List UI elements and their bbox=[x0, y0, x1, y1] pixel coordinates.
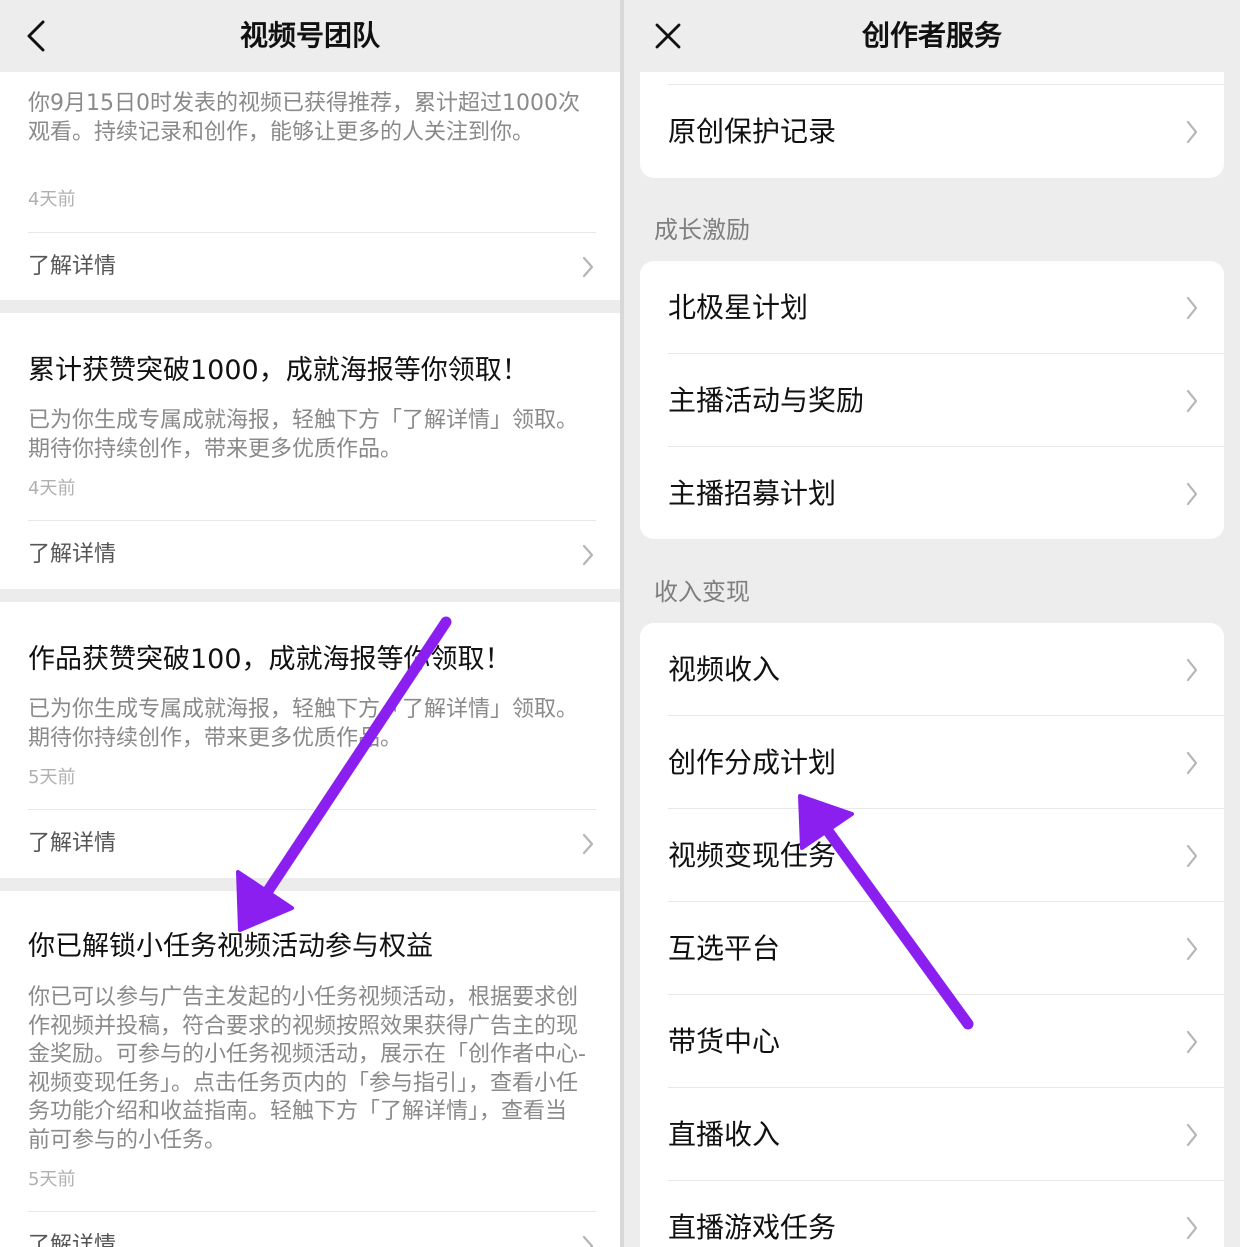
chevron-right-icon bbox=[1186, 389, 1198, 413]
service-row-streamer-recruitment[interactable]: 主播招募计划 bbox=[640, 447, 1224, 539]
row-label: 主播活动与奖励 bbox=[668, 384, 865, 417]
card-timestamp: 4天前 bbox=[28, 189, 76, 210]
card-timestamp: 4天前 bbox=[28, 478, 76, 499]
row-label: 互选平台 bbox=[668, 932, 781, 965]
service-group: 原创保护记录 bbox=[640, 72, 1224, 178]
service-row-live-game-tasks[interactable]: 直播游戏任务 bbox=[640, 1181, 1224, 1247]
chevron-right-icon bbox=[1186, 120, 1198, 144]
right-navbar: 创作者服务 bbox=[624, 0, 1240, 72]
section-label-growth: 成长激励 bbox=[654, 216, 750, 244]
notification-card: 你已解锁小任务视频活动参与权益 你已可以参与广告主发起的小任务视频活动，根据要求… bbox=[0, 891, 620, 1247]
left-navbar: 视频号团队 bbox=[0, 0, 620, 72]
learn-more-label: 了解详情 bbox=[28, 254, 117, 279]
right-panel: 创作者服务 原创保护记录 成长激励 北极星计划 主播活动与奖励 主播招募计划 收… bbox=[624, 0, 1240, 1247]
service-row-original-protection[interactable]: 原创保护记录 bbox=[640, 85, 1224, 178]
notification-card: 作品获赞突破100，成就海报等你领取！ 已为你生成专属成就海报，轻触下方「了解详… bbox=[0, 602, 620, 878]
card-timestamp: 5天前 bbox=[28, 767, 76, 788]
card-timestamp: 5天前 bbox=[28, 1169, 76, 1190]
learn-more-link[interactable]: 了解详情 bbox=[0, 1212, 620, 1247]
section-label-monetization: 收入变现 bbox=[654, 578, 750, 606]
card-body: 你9月15日0时发表的视频已获得推荐，累计超过1000次观看。持续记录和创作，能… bbox=[28, 91, 580, 145]
chevron-right-icon bbox=[1186, 296, 1198, 320]
page-title: 视频号团队 bbox=[239, 19, 380, 52]
service-row-polaris-plan[interactable]: 北极星计划 bbox=[640, 261, 1224, 354]
chevron-right-icon bbox=[1186, 658, 1198, 682]
learn-more-link[interactable]: 了解详情 bbox=[0, 233, 620, 300]
service-row-video-income[interactable]: 视频收入 bbox=[640, 623, 1224, 716]
service-row-video-monetization-tasks[interactable]: 视频变现任务 bbox=[640, 809, 1224, 902]
card-title: 作品获赞突破100，成就海报等你领取！ bbox=[28, 644, 512, 675]
chevron-right-icon bbox=[582, 833, 594, 855]
service-group-growth: 北极星计划 主播活动与奖励 主播招募计划 bbox=[640, 261, 1224, 539]
learn-more-label: 了解详情 bbox=[28, 542, 117, 567]
card-title: 你已解锁小任务视频活动参与权益 bbox=[28, 931, 433, 962]
card-body: 已为你生成专属成就海报，轻触下方「了解详情」领取。期待你持续创作，带来更多优质作… bbox=[28, 697, 579, 751]
row-label: 北极星计划 bbox=[668, 291, 809, 324]
service-row-live-income[interactable]: 直播收入 bbox=[640, 1088, 1224, 1181]
row-label: 视频变现任务 bbox=[668, 839, 837, 872]
service-row-revenue-share-plan[interactable]: 创作分成计划 bbox=[640, 716, 1224, 809]
learn-more-link[interactable]: 了解详情 bbox=[0, 810, 620, 878]
notification-card: 你9月15日0时发表的视频已获得推荐，累计超过1000次观看。持续记录和创作，能… bbox=[0, 72, 620, 300]
chevron-right-icon bbox=[1186, 751, 1198, 775]
row-label: 直播游戏任务 bbox=[668, 1211, 837, 1244]
page-title: 创作者服务 bbox=[861, 19, 1002, 52]
learn-more-label: 了解详情 bbox=[28, 831, 117, 856]
chevron-right-icon bbox=[1186, 1030, 1198, 1054]
row-label: 带货中心 bbox=[668, 1025, 781, 1058]
left-panel: 视频号团队 你9月15日0时发表的视频已获得推荐，累计超过1000次观看。持续记… bbox=[0, 0, 620, 1247]
learn-more-label: 了解详情 bbox=[28, 1233, 117, 1247]
card-body: 你已可以参与广告主发起的小任务视频活动，根据要求创作视频并投稿，符合要求的视频按… bbox=[28, 985, 586, 1153]
chevron-right-icon bbox=[1186, 1216, 1198, 1240]
service-row-streamer-events[interactable]: 主播活动与奖励 bbox=[640, 354, 1224, 447]
card-title: 累计获赞突破1000，成就海报等你领取！ bbox=[28, 355, 529, 386]
chevron-right-icon bbox=[1186, 937, 1198, 961]
row-label: 主播招募计划 bbox=[668, 477, 837, 510]
chevron-right-icon bbox=[582, 544, 594, 566]
notification-card: 累计获赞突破1000，成就海报等你领取！ 已为你生成专属成就海报，轻触下方「了解… bbox=[0, 313, 620, 589]
chevron-right-icon bbox=[1186, 844, 1198, 868]
chevron-right-icon bbox=[582, 256, 594, 278]
service-row-commerce-center[interactable]: 带货中心 bbox=[640, 995, 1224, 1088]
chevron-right-icon bbox=[1186, 482, 1198, 506]
chevron-right-icon bbox=[582, 1235, 594, 1247]
chevron-right-icon bbox=[1186, 1123, 1198, 1147]
row-label: 创作分成计划 bbox=[668, 746, 837, 779]
row-label: 视频收入 bbox=[668, 653, 781, 686]
row-label: 原创保护记录 bbox=[668, 115, 837, 148]
service-row-mutual-selection-platform[interactable]: 互选平台 bbox=[640, 902, 1224, 995]
service-group-monetization: 视频收入 创作分成计划 视频变现任务 互选平台 带货中心 直播收入 直播游戏任务 bbox=[640, 623, 1224, 1247]
learn-more-link[interactable]: 了解详情 bbox=[0, 521, 620, 589]
row-label: 直播收入 bbox=[668, 1118, 781, 1151]
card-body: 已为你生成专属成就海报，轻触下方「了解详情」领取。期待你持续创作，带来更多优质作… bbox=[28, 408, 579, 462]
